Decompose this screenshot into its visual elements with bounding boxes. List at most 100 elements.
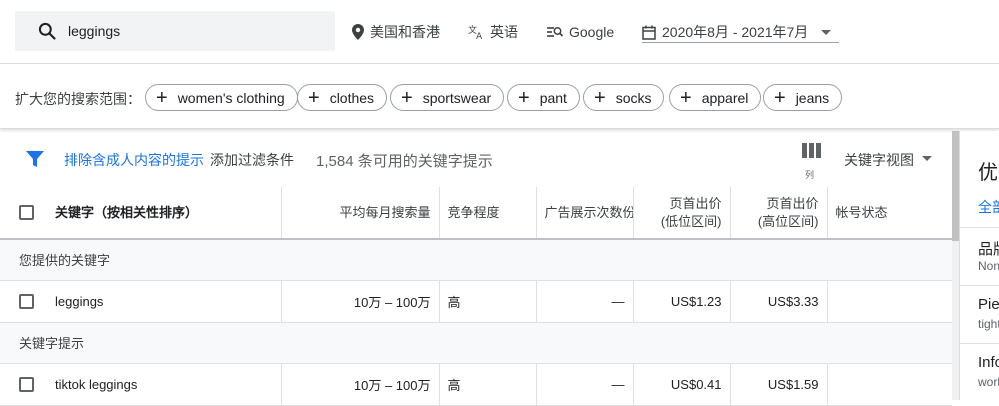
group-row-provided: 您提供的关键字 bbox=[0, 239, 952, 280]
refine-item-title: 品牌 bbox=[978, 241, 999, 258]
dropdown-caret-icon[interactable] bbox=[922, 156, 932, 161]
searches-cell: 10万 – 100万 bbox=[281, 363, 440, 405]
chip-label: pant bbox=[539, 89, 567, 106]
account-status-header[interactable]: 帐号状态 bbox=[827, 187, 952, 239]
keyword-text: tiktok leggings bbox=[55, 376, 138, 392]
dropdown-caret-icon bbox=[821, 29, 831, 35]
refine-item-title: Piece bbox=[978, 296, 999, 313]
location-pin-icon bbox=[352, 24, 364, 40]
network-filter[interactable]: Google bbox=[547, 22, 614, 42]
chip-label: socks bbox=[615, 89, 652, 106]
keyword-view-select[interactable]: 关键字视图 bbox=[844, 150, 914, 170]
row-checkbox[interactable] bbox=[19, 376, 34, 392]
exclude-adult-filter[interactable]: 排除含成人内容的提示 bbox=[64, 150, 204, 170]
columns-label: 列 bbox=[805, 170, 815, 180]
chip-womens-clothing[interactable]: + women's clothing bbox=[145, 84, 298, 111]
status-cell bbox=[827, 280, 952, 322]
scrollbar-thumb[interactable] bbox=[952, 131, 959, 241]
results-count: 1,584 条可用的关键字提示 bbox=[316, 153, 493, 170]
date-range-select[interactable]: 2020年8月 - 2021年7月 bbox=[642, 22, 839, 42]
bid-high-cell: US$3.33 bbox=[730, 280, 828, 322]
avg-searches-header[interactable]: 平均每月搜索量 bbox=[281, 187, 440, 239]
top-bar: leggings 美国和香港 文 A 英语 Google 2020年8月 - 2… bbox=[0, 0, 999, 64]
competition-cell: 高 bbox=[439, 280, 537, 322]
group-row-ideas: 关键字提示 bbox=[0, 322, 952, 363]
impression-share-header[interactable]: 广告展示次数份 bbox=[536, 187, 634, 239]
broaden-search-bar: 扩大您的搜索范围： + women's clothing + clothes + sp… bbox=[0, 65, 999, 129]
keyword-cell: tiktok leggings bbox=[0, 363, 282, 405]
plus-icon: + bbox=[156, 86, 168, 109]
refine-item[interactable]: 品牌 None bbox=[960, 227, 999, 284]
translate-icon: 文 A bbox=[468, 24, 483, 40]
table-row[interactable]: tiktok leggings 10万 – 100万 高 — US$0.41 U… bbox=[0, 363, 952, 405]
refine-item[interactable]: Piece tight bbox=[960, 285, 999, 342]
chip-sportswear[interactable]: + sportswear bbox=[390, 84, 505, 111]
keyword-header-label[interactable]: 关键字（按相关性排序） bbox=[55, 204, 198, 222]
search-icon[interactable] bbox=[37, 21, 57, 41]
chip-label: women's clothing bbox=[177, 89, 285, 106]
location-filter[interactable]: 美国和香港 bbox=[352, 22, 440, 42]
top-bid-low-title: 页首出价 bbox=[669, 195, 722, 211]
competition-cell: 高 bbox=[439, 363, 537, 405]
columns-icon[interactable] bbox=[800, 142, 824, 160]
network-label: Google bbox=[569, 24, 615, 40]
status-cell bbox=[827, 363, 952, 405]
refine-panel: 优化 全部 品牌 None Piece tight Info work bbox=[959, 131, 999, 400]
date-range-underline bbox=[642, 42, 839, 43]
plus-icon: + bbox=[774, 86, 786, 109]
competition-header[interactable]: 竞争程度 bbox=[439, 187, 537, 239]
top-bid-low-sub: (低位区间) bbox=[660, 213, 722, 229]
bid-low-cell: US$1.23 bbox=[633, 280, 731, 322]
vertical-scrollbar[interactable] bbox=[952, 131, 959, 400]
top-bid-high-title: 页首出价 bbox=[766, 195, 819, 211]
chip-socks[interactable]: + socks bbox=[583, 84, 665, 111]
table-row[interactable]: leggings 10万 – 100万 高 — US$1.23 US$3.33 bbox=[0, 280, 952, 322]
keyword-table: 关键字（按相关性排序） 平均每月搜索量 竞争程度 广告展示次数份 页首出价 (低… bbox=[0, 187, 952, 406]
refine-item-sub: tight bbox=[978, 317, 999, 331]
refine-item[interactable]: Info work bbox=[960, 343, 999, 400]
refine-title: 优化 bbox=[978, 162, 999, 184]
group-label: 关键字提示 bbox=[19, 336, 85, 351]
svg-text:A: A bbox=[476, 32, 483, 40]
keyword-column-header[interactable]: 关键字（按相关性排序） bbox=[0, 187, 282, 239]
searches-cell: 10万 – 100万 bbox=[281, 280, 440, 322]
add-filter-button[interactable]: 添加过滤条件 bbox=[210, 150, 294, 170]
plus-icon: + bbox=[308, 86, 320, 109]
refine-item-title: Info bbox=[978, 354, 999, 371]
chip-apparel[interactable]: + apparel bbox=[669, 84, 762, 111]
share-cell: — bbox=[536, 280, 634, 322]
group-label: 您提供的关键字 bbox=[19, 253, 111, 269]
share-cell: — bbox=[536, 363, 634, 405]
filter-funnel-icon[interactable] bbox=[26, 150, 44, 168]
chip-jeans[interactable]: + jeans bbox=[763, 84, 843, 111]
table-header-row: 关键字（按相关性排序） 平均每月搜索量 竞争程度 广告展示次数份 页首出价 (低… bbox=[0, 187, 952, 239]
calendar-icon bbox=[642, 25, 656, 40]
refine-all-link[interactable]: 全部 bbox=[978, 197, 999, 217]
chip-label: apparel bbox=[701, 89, 749, 106]
row-checkbox[interactable] bbox=[19, 293, 34, 309]
network-search-icon bbox=[547, 27, 563, 37]
chip-label: sportswear bbox=[422, 89, 492, 106]
location-label: 美国和香港 bbox=[370, 24, 440, 40]
results-toolbar: 排除含成人内容的提示 添加过滤条件 1,584 条可用的关键字提示 列 关键字视… bbox=[0, 131, 955, 187]
chip-pant[interactable]: + pant bbox=[507, 84, 580, 111]
plus-icon: + bbox=[594, 86, 606, 109]
top-bid-high-sub: (高位区间) bbox=[757, 213, 819, 229]
bid-low-cell: US$0.41 bbox=[633, 363, 731, 405]
chip-clothes[interactable]: + clothes bbox=[297, 84, 388, 111]
bid-high-cell: US$1.59 bbox=[730, 363, 828, 405]
select-all-checkbox[interactable] bbox=[19, 205, 34, 220]
refine-item-sub: None bbox=[978, 259, 999, 273]
top-bid-high-header[interactable]: 页首出价 (高位区间) bbox=[730, 187, 828, 239]
language-filter[interactable]: 文 A 英语 bbox=[468, 22, 518, 42]
keyword-text: leggings bbox=[55, 293, 104, 309]
broaden-label: 扩大您的搜索范围： bbox=[15, 91, 141, 107]
chip-label: clothes bbox=[329, 89, 375, 106]
language-label: 英语 bbox=[490, 24, 518, 40]
refine-item-sub: work bbox=[978, 375, 999, 389]
search-input[interactable]: leggings bbox=[15, 11, 335, 51]
plus-icon: + bbox=[680, 86, 692, 109]
search-value[interactable]: leggings bbox=[68, 23, 120, 39]
top-bid-low-header[interactable]: 页首出价 (低位区间) bbox=[633, 187, 731, 239]
keyword-cell: leggings bbox=[0, 280, 282, 322]
